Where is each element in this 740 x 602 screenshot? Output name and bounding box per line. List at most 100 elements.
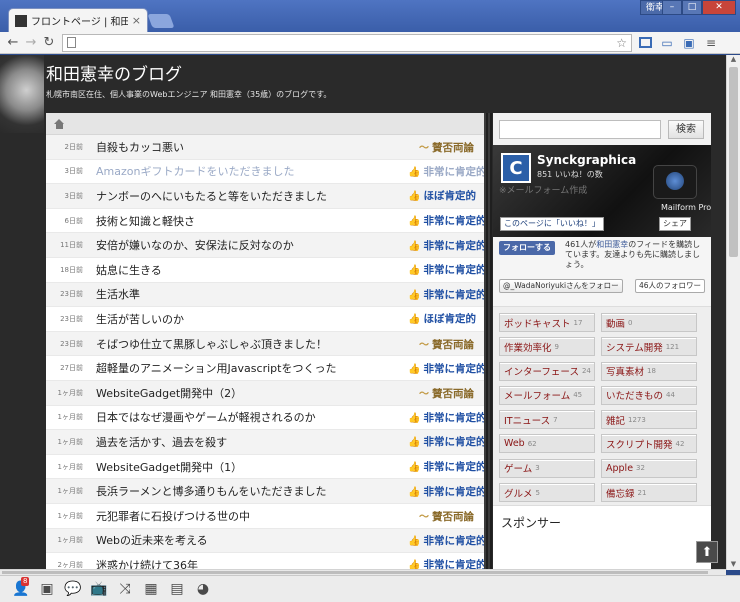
menu-icon[interactable]: ≡ [702,34,720,52]
post-row[interactable]: 1ヶ月前 長浜ラーメンと博多通りもんをいただきました 👍 非常に肯定的 [46,479,486,504]
category-tag[interactable]: ITニュース 7 [499,410,595,430]
post-title-link[interactable]: WebsiteGadget開発中（2） [96,385,408,401]
user-notifications-icon[interactable]: 👤 8 [8,577,34,598]
post-row[interactable]: 2ヶ月前 迷惑かけ続けて36年 👍 非常に肯定的 [46,553,487,570]
post-row[interactable]: 6日前 技術と知識と軽快さ 👍 非常に肯定的 [46,209,486,234]
search-button[interactable]: 検索 [668,119,704,139]
post-row[interactable]: 2日前 自殺もカッコ悪い～賛否両論 [46,135,484,160]
category-tag[interactable]: スクリプト開発 42 [601,434,697,454]
post-title-link[interactable]: 生活が苦しいのか [96,311,408,327]
fb-share-button[interactable]: シェア [659,217,691,231]
post-row[interactable]: 1ヶ月前 過去を活かす、過去を殺す 👍 非常に肯定的 [46,430,486,455]
reload-icon[interactable]: ↻ [40,34,58,52]
post-title-link[interactable]: ナンボーのへにいもたると等をいただきました [96,188,408,204]
maximize-button[interactable]: □ [682,0,702,15]
category-tag[interactable]: 雑記 1273 [601,410,697,430]
post-row[interactable]: 1ヶ月前 WebsiteGadget開発中（2）～賛否両論 [46,380,484,406]
post-row[interactable]: 23日前 そばつゆ仕立て黒豚しゃぶしゃぶ頂きました！～賛否両論 [46,331,484,357]
bookmark-star-icon[interactable]: ☆ [616,36,627,50]
fb-like-button[interactable]: このページに「いいね！」 [500,217,604,231]
category-tag[interactable]: Apple 32 [601,458,697,478]
post-row[interactable]: 3日前 Amazonギフトカードをいただきました 👍 非常に肯定的 [46,160,486,185]
cast-icon[interactable]: ▭ [658,34,676,52]
screen-capture-icon[interactable] [636,34,654,52]
facebook-page-banner[interactable]: C Synckgraphica 851 いいね！の数 ※メールフォーム作成 Ma… [493,145,711,237]
post-title-link[interactable]: 長浜ラーメンと博多通りもんをいただきました [96,483,408,499]
blog-title[interactable]: 和田憲幸のブログ [46,60,182,85]
category-tag[interactable]: いただきもの 44 [601,385,697,405]
minimize-button[interactable]: – [662,0,682,15]
post-title-link[interactable]: 技術と知識と軽快さ [96,213,408,229]
category-tag[interactable]: グルメ 5 [499,483,595,503]
post-title-link[interactable]: 安倍が嫌いなのか、安保法に反対なのか [96,237,408,253]
tv-icon[interactable]: 📺 [86,580,112,598]
post-row[interactable]: 3日前 ナンボーのへにいもたると等をいただきました 👍 ほぼ肯定的 [46,184,484,209]
image-icon[interactable]: ▣ [34,580,60,598]
extension-icon[interactable]: ▣ [680,34,698,52]
twitter-follow-button[interactable]: @_WadaNoriyukiさんをフォロー [499,279,623,293]
post-row[interactable]: 1ヶ月前 元犯罪者に石投げつける世の中～賛否両論 [46,504,484,529]
category-tag[interactable]: ポッドキャスト 17 [499,313,595,332]
browser-tab[interactable]: フロントページ | 和田憲幸の × [8,8,148,32]
category-tag[interactable]: Web 62 [499,434,595,454]
tag-name: システム開発 [606,342,663,354]
post-row[interactable]: 11日前 安倍が嫌いなのか、安保法に反対なのか 👍 非常に肯定的 [46,233,486,258]
shuffle-icon[interactable]: ⤨ [112,580,138,598]
post-row[interactable]: 18日前 姑息に生きる 👍 非常に肯定的 [46,258,486,283]
post-date: 18日前 [60,265,83,274]
post-title-link[interactable]: WebsiteGadget開発中（1） [96,459,408,475]
post-title-link[interactable]: Webの近未来を考える [96,532,408,548]
thumbs-up-icon: 👍 [408,535,421,547]
post-date: 1ヶ月前 [57,511,83,520]
post-row[interactable]: 23日前 生活が苦しいのか 👍 ほぼ肯定的 [46,307,484,332]
close-window-button[interactable]: ✕ [702,0,736,15]
back-arrow-icon[interactable]: ← [4,34,22,52]
scroll-down-arrow-icon[interactable]: ▼ [727,560,740,570]
post-title-link[interactable]: 自殺もカッコ悪い [96,139,408,155]
category-tag[interactable]: ゲーム 3 [499,458,595,478]
category-tag[interactable]: 作業効率化 9 [499,337,595,357]
tag-count: 0 [628,318,633,327]
fb-brand-name[interactable]: Synckgraphica [537,153,636,167]
post-title-link[interactable]: 生活水準 [96,286,408,302]
post-title-link[interactable]: そばつゆ仕立て黒豚しゃぶしゃぶ頂きました！ [96,336,408,352]
post-title-link[interactable]: 姑息に生きる [96,262,408,278]
post-title-link[interactable]: 元犯罪者に石投げつける世の中 [96,508,408,524]
post-title-link[interactable]: 日本ではなぜ漫画やゲームが軽視されるのか [96,409,408,425]
twitter-follower-count[interactable]: 46人のフォロワー [635,279,706,293]
category-tag[interactable]: システム開発 121 [601,337,697,357]
post-row[interactable]: 1ヶ月前 Webの近未来を考える 👍 非常に肯定的 [46,528,486,554]
category-tag[interactable]: 備忘録 21 [601,483,697,503]
post-rating-label: 賛否両論 [432,338,474,351]
qr-code-icon[interactable]: ▦ [138,580,164,598]
category-tag[interactable]: 動画 0 [601,313,697,332]
post-title-link[interactable]: 超軽量のアニメーション用Javascriptをつくった [96,360,408,376]
fb-follow-button[interactable]: フォローする [499,241,555,255]
forward-arrow-icon[interactable]: → [22,34,40,52]
post-row[interactable]: 1ヶ月前 WebsiteGadget開発中（1） 👍 非常に肯定的 [46,455,486,480]
post-row[interactable]: 23日前 生活水準 👍 非常に肯定的 [46,282,486,308]
home-icon[interactable] [54,118,65,129]
new-tab-button[interactable] [147,14,175,28]
category-tag[interactable]: メールフォーム 45 [499,385,595,405]
follow-author-link[interactable]: 和田憲幸 [596,240,628,249]
scroll-up-arrow-icon[interactable]: ▲ [727,55,740,65]
scroll-to-top-button[interactable]: ⬆ [696,541,718,563]
tab-close-icon[interactable]: × [132,14,141,27]
pie-chart-icon[interactable]: ◕ [190,580,216,598]
horizontal-scrollbar-thumb[interactable] [2,571,708,574]
post-row[interactable]: 1ヶ月前 日本ではなぜ漫画やゲームが軽視されるのか 👍 非常に肯定的 [46,406,487,431]
category-tag[interactable]: 写真素材 18 [601,361,697,381]
post-row[interactable]: 27日前 超軽量のアニメーション用Javascriptをつくった 👍 非常に肯定的 [46,356,486,381]
post-rating: ～賛否両論 [408,385,484,401]
post-title-link[interactable]: 過去を活かす、過去を殺す [96,434,408,450]
post-rating-label: 非常に肯定的 [423,411,487,424]
post-title-link[interactable]: Amazonギフトカードをいただきました [96,163,408,179]
vertical-scrollbar[interactable]: ▲ ▼ [726,55,740,570]
scrollbar-thumb[interactable] [729,67,738,257]
category-tag[interactable]: インターフェース 24 [499,361,595,381]
search-input[interactable] [499,119,661,139]
chat-icon[interactable]: 💬 [60,580,86,598]
document-icon[interactable]: ▤ [164,580,190,598]
address-bar[interactable]: ☆ [62,33,632,52]
